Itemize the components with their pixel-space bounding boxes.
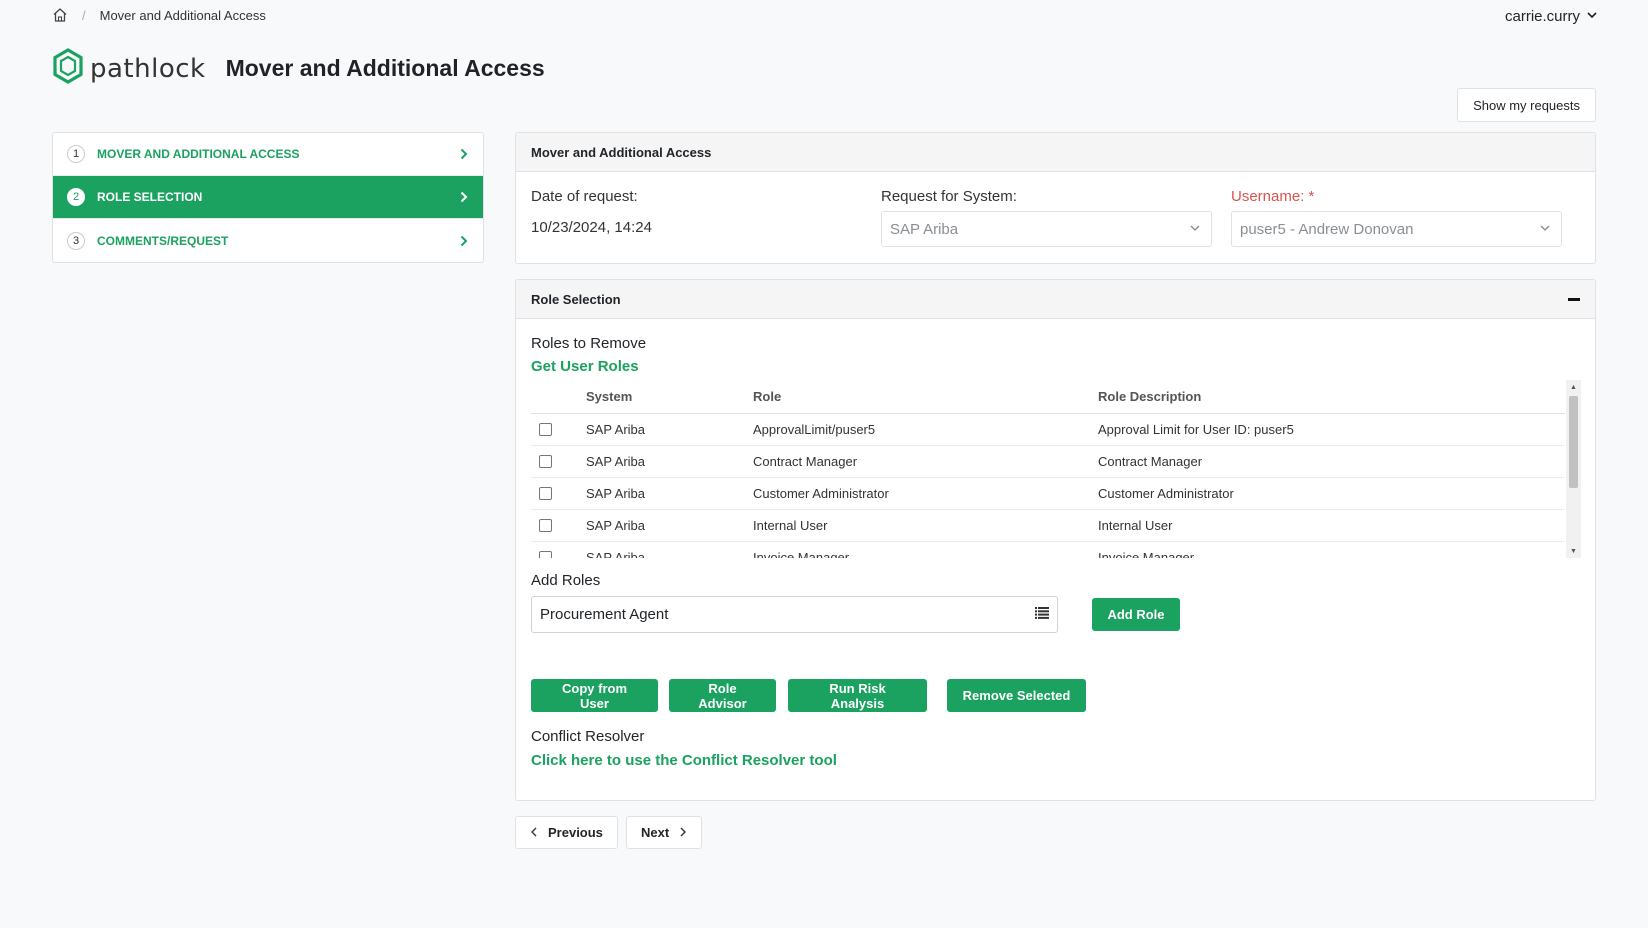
previous-button[interactable]: Previous — [515, 816, 618, 849]
table-header-row: System Role Role Description — [531, 380, 1565, 414]
step-role-selection[interactable]: 2 ROLE SELECTION — [53, 176, 483, 219]
table-scrollbar[interactable]: ▲ ▼ — [1566, 380, 1581, 558]
conflict-resolver-title: Conflict Resolver — [531, 728, 645, 745]
roles-to-remove-table: System Role Role Description SAP Ariba A… — [531, 380, 1581, 558]
cell-system: SAP Ariba — [586, 518, 646, 533]
next-button[interactable]: Next — [626, 816, 703, 849]
add-roles-input-value: Procurement Agent — [540, 606, 669, 623]
username-label: carrie.curry — [1504, 8, 1580, 25]
step-label: MOVER AND ADDITIONAL ACCESS — [97, 147, 300, 161]
cell-description: Invoice Manager — [1098, 550, 1195, 558]
chevron-right-icon — [459, 148, 469, 160]
cell-description: Customer Administrator — [1098, 486, 1234, 501]
column-header-system: System — [586, 389, 633, 404]
role-advisor-button[interactable]: Role Advisor — [669, 679, 776, 712]
breadcrumb-current: Mover and Additional Access — [99, 7, 266, 23]
step-number: 2 — [67, 188, 85, 206]
request-for-system-value: SAP Ariba — [890, 220, 959, 238]
chevron-right-icon — [459, 235, 469, 247]
row-checkbox[interactable] — [539, 487, 552, 500]
table-row: SAP Ariba Internal User Internal User — [531, 510, 1565, 542]
scrollbar-thumb[interactable] — [1569, 396, 1578, 488]
step-mover-and-additional-access[interactable]: 1 MOVER AND ADDITIONAL ACCESS — [53, 133, 483, 176]
pathlock-logo: pathlock — [52, 48, 206, 89]
step-number: 1 — [67, 145, 85, 163]
copy-from-user-button[interactable]: Copy from User — [531, 679, 658, 712]
cell-system: SAP Ariba — [586, 550, 646, 558]
breadcrumb: / Mover and Additional Access — [52, 5, 266, 25]
date-of-request-value: 10/23/2024, 14:24 — [531, 219, 652, 236]
scroll-up-arrow-icon[interactable]: ▲ — [1566, 380, 1581, 394]
cell-system: SAP Ariba — [586, 454, 646, 469]
row-checkbox[interactable] — [539, 519, 552, 532]
cell-description: Internal User — [1098, 518, 1173, 533]
run-risk-analysis-button[interactable]: Run Risk Analysis — [788, 679, 927, 712]
column-header-role-description: Role Description — [1098, 389, 1202, 404]
cell-role: ApprovalLimit/puser5 — [753, 422, 876, 437]
row-checkbox[interactable] — [539, 423, 552, 436]
add-roles-title: Add Roles — [531, 572, 601, 589]
cell-role: Contract Manager — [753, 454, 858, 469]
step-number: 3 — [67, 231, 85, 250]
chevron-left-icon — [530, 825, 538, 840]
home-icon[interactable] — [52, 7, 68, 23]
username-select-value: puser5 - Andrew Donovan — [1240, 220, 1414, 238]
cell-role: Internal User — [753, 518, 828, 533]
request-info-card: Mover and Additional Access Date of requ… — [515, 132, 1596, 264]
step-comments-request[interactable]: 3 COMMENTS/REQUEST — [53, 219, 483, 262]
scroll-down-arrow-icon[interactable]: ▼ — [1566, 544, 1581, 558]
role-selection-header: Role Selection — [516, 280, 1595, 319]
row-checkbox[interactable] — [539, 551, 552, 558]
row-checkbox[interactable] — [539, 455, 552, 468]
cell-system: SAP Ariba — [586, 486, 646, 501]
cell-role: Invoice Manager — [753, 550, 850, 558]
remove-selected-button[interactable]: Remove Selected — [947, 679, 1086, 712]
logo-text: pathlock — [90, 53, 206, 84]
date-of-request-label: Date of request: — [531, 188, 638, 205]
list-icon[interactable] — [1035, 606, 1049, 623]
hexagon-logo-icon — [52, 48, 84, 89]
cell-description: Approval Limit for User ID: puser5 — [1098, 422, 1294, 437]
step-label: ROLE SELECTION — [97, 190, 203, 204]
wizard-stepper: 1 MOVER AND ADDITIONAL ACCESS 2 ROLE SEL… — [52, 132, 484, 263]
request-for-system-label: Request for System: — [881, 188, 1017, 205]
brand-header: pathlock Mover and Additional Access — [52, 48, 545, 89]
request-card-title: Mover and Additional Access — [531, 144, 712, 160]
conflict-resolver-link[interactable]: Click here to use the Conflict Resolver … — [531, 752, 837, 769]
cell-system: SAP Ariba — [586, 422, 646, 437]
username-select[interactable]: puser5 - Andrew Donovan — [1231, 211, 1562, 247]
request-card-header: Mover and Additional Access — [516, 133, 1595, 172]
breadcrumb-separator: / — [82, 7, 86, 23]
previous-label: Previous — [548, 825, 603, 840]
table-row: SAP Ariba Invoice Manager Invoice Manage… — [531, 542, 1565, 558]
role-selection-card: Role Selection Roles to Remove Get User … — [515, 279, 1596, 801]
add-roles-input[interactable]: Procurement Agent — [531, 596, 1058, 633]
table-row: SAP Ariba Contract Manager Contract Mana… — [531, 446, 1565, 478]
page-title: Mover and Additional Access — [225, 55, 545, 81]
roles-to-remove-title: Roles to Remove — [531, 335, 647, 352]
column-header-role: Role — [753, 389, 782, 404]
cell-role: Customer Administrator — [753, 486, 889, 501]
collapse-minus-icon[interactable] — [1568, 297, 1580, 301]
request-for-system-select[interactable]: SAP Ariba — [881, 211, 1212, 247]
cell-description: Contract Manager — [1098, 454, 1203, 469]
show-my-requests-button[interactable]: Show my requests — [1457, 88, 1596, 122]
next-label: Next — [641, 825, 670, 840]
chevron-right-icon — [679, 825, 687, 840]
table-row: SAP Ariba ApprovalLimit/puser5 Approval … — [531, 414, 1565, 446]
table-row: SAP Ariba Customer Administrator Custome… — [531, 478, 1565, 510]
role-selection-title: Role Selection — [531, 291, 621, 307]
chevron-down-icon — [1539, 221, 1551, 238]
user-menu[interactable]: carrie.curry — [1505, 8, 1598, 25]
chevron-down-icon — [1189, 221, 1201, 238]
add-role-button[interactable]: Add Role — [1092, 598, 1180, 631]
chevron-right-icon — [459, 191, 469, 203]
get-user-roles-link[interactable]: Get User Roles — [531, 358, 639, 375]
chevron-down-icon — [1586, 8, 1598, 25]
username-field-label: Username: * — [1231, 188, 1315, 205]
step-label: COMMENTS/REQUEST — [97, 233, 229, 248]
